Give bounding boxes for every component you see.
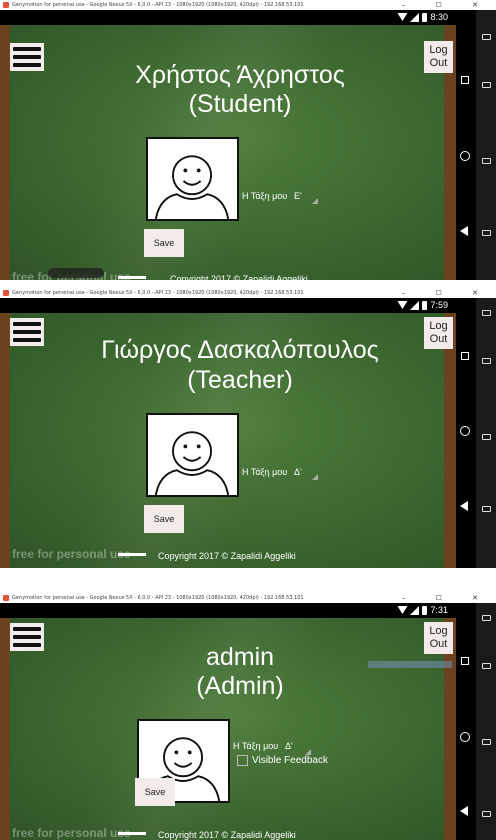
android-status-bar: 8:30 [0, 10, 456, 25]
menu-icon [13, 322, 41, 326]
watermark-text: free for personal use [12, 547, 131, 561]
emulator-window-teacher: Genymotion for personal use - Google Nex… [0, 288, 496, 568]
user-name: Γιώργος Δασκαλόπουλος [101, 336, 379, 364]
footer-copyright: Copyright 2017 © Zapalidi Aggeliki [158, 830, 296, 840]
genymotion-icon [3, 289, 9, 296]
menu-button[interactable] [10, 318, 44, 346]
sidebar-power-icon[interactable] [482, 230, 491, 236]
seek-indicator [118, 276, 146, 279]
sidebar-gps-icon[interactable] [482, 82, 491, 88]
seek-indicator [118, 832, 146, 835]
save-button[interactable]: Save [135, 778, 175, 806]
battery-icon [422, 300, 428, 310]
user-role: (Student) [188, 90, 292, 118]
signal-icon [410, 605, 420, 615]
sidebar-camera-icon[interactable] [482, 739, 491, 745]
android-status-bar: 7:31 [0, 603, 456, 618]
sidebar-gps-icon[interactable] [482, 358, 491, 364]
back-icon[interactable] [460, 226, 468, 236]
footer-copyright: Copyright 2017 © Zapalidi Aggeliki [170, 274, 308, 280]
recents-icon[interactable] [461, 352, 469, 360]
user-role: (Teacher) [187, 366, 293, 394]
status-time: 7:31 [430, 605, 448, 615]
emulator-title: Genymotion for personal use - Google Nex… [12, 290, 304, 296]
home-icon[interactable] [460, 151, 470, 161]
watermark-text: free for personal use [12, 826, 131, 840]
save-button[interactable]: Save [144, 229, 184, 257]
my-class-label: Η Τάξη μου [233, 741, 279, 751]
emulator-sidebar [476, 603, 496, 840]
avatar-image[interactable] [146, 137, 239, 221]
emulator-window-admin: Genymotion for personal use - Google Nex… [0, 593, 496, 840]
emulator-titlebar: Genymotion for personal use - Google Nex… [0, 288, 496, 298]
avatar-face [154, 431, 230, 495]
window-controls[interactable]: – ☐ ✕ [402, 0, 492, 10]
visible-feedback-option[interactable]: Visible Feedback [237, 755, 328, 766]
menu-icon [13, 47, 41, 51]
emulator-titlebar: Genymotion for personal use - Google Nex… [0, 0, 496, 10]
recents-icon[interactable] [461, 76, 469, 84]
status-time: 8:30 [430, 12, 448, 22]
wifi-icon [397, 13, 408, 21]
user-name: Χρήστος Άχρηστος [135, 61, 345, 89]
home-icon[interactable] [460, 426, 470, 436]
my-class-value[interactable]: Δ' [294, 467, 302, 477]
sidebar-power-icon[interactable] [482, 506, 491, 512]
back-icon[interactable] [460, 501, 468, 511]
menu-button[interactable] [10, 623, 44, 651]
menu-button[interactable] [10, 43, 44, 71]
status-time: 7:59 [430, 300, 448, 310]
recents-icon[interactable] [461, 657, 469, 665]
class-dropdown-arrow[interactable] [312, 474, 318, 480]
my-class-value[interactable]: Δ' [285, 741, 293, 751]
sidebar-camera-icon[interactable] [482, 434, 491, 440]
sidebar-power-icon[interactable] [482, 811, 491, 817]
wifi-icon [397, 301, 408, 309]
visible-feedback-checkbox[interactable] [237, 755, 248, 766]
sidebar-gps-icon[interactable] [482, 663, 491, 669]
visible-feedback-label: Visible Feedback [252, 755, 328, 766]
user-role: (Admin) [196, 672, 284, 700]
my-class-value[interactable]: Ε' [294, 191, 302, 201]
emulator-sidebar [476, 298, 496, 568]
seek-indicator [118, 553, 146, 556]
sidebar-battery-icon[interactable] [482, 310, 491, 316]
battery-icon [422, 12, 428, 22]
sidebar-battery-icon[interactable] [482, 615, 491, 621]
battery-icon [422, 605, 428, 615]
android-nav-bar [456, 603, 476, 840]
sidebar-camera-icon[interactable] [482, 158, 491, 164]
emulator-tooltip-overlay [368, 661, 452, 668]
signal-icon [410, 300, 420, 310]
class-dropdown-arrow[interactable] [312, 198, 318, 204]
genymotion-icon [3, 594, 9, 601]
menu-icon [13, 627, 41, 631]
emulator-title: Genymotion for personal use - Google Nex… [12, 2, 304, 8]
emulator-titlebar: Genymotion for personal use - Google Nex… [0, 593, 496, 603]
my-class-label: Η Τάξη μου [242, 191, 288, 201]
nav-pill [48, 268, 104, 278]
avatar-face [154, 155, 230, 219]
genymotion-icon [3, 1, 9, 8]
save-button[interactable]: Save [144, 505, 184, 533]
emulator-title: Genymotion for personal use - Google Nex… [12, 595, 304, 601]
wifi-icon [397, 606, 408, 614]
window-controls[interactable]: – ☐ ✕ [402, 593, 492, 603]
my-class-label: Η Τάξη μου [242, 467, 288, 477]
window-controls[interactable]: – ☐ ✕ [402, 288, 492, 298]
signal-icon [410, 12, 420, 22]
footer-copyright: Copyright 2017 © Zapalidi Aggeliki [158, 551, 296, 561]
back-icon[interactable] [460, 806, 468, 816]
android-status-bar: 7:59 [0, 298, 456, 313]
emulator-window-student: Genymotion for personal use - Google Nex… [0, 0, 496, 280]
android-nav-bar [456, 10, 476, 280]
emulator-sidebar [476, 10, 496, 280]
home-icon[interactable] [460, 732, 470, 742]
sidebar-battery-icon[interactable] [482, 34, 491, 40]
avatar-image[interactable] [146, 413, 239, 497]
